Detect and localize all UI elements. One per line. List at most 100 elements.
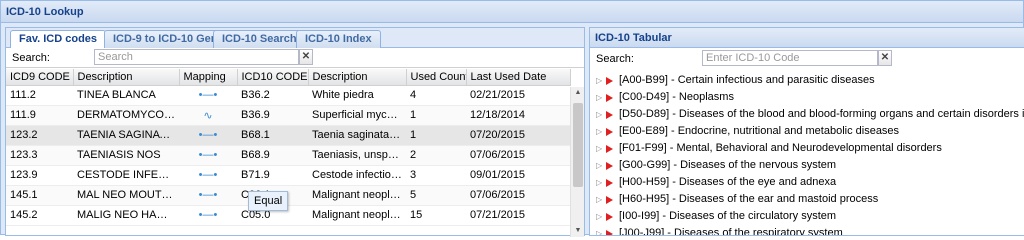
column-header-icd10-code[interactable]: ICD10 CODE (237, 69, 309, 86)
chapter-folder-icon (606, 230, 613, 235)
mapping-tooltip: Equal (248, 191, 289, 211)
scroll-up-arrow-icon[interactable]: ▲ (571, 87, 585, 99)
chapter-folder-icon (606, 94, 613, 102)
chapter-folder-icon (606, 77, 613, 85)
column-header-last-used-date[interactable]: Last Used Date (466, 69, 571, 86)
clear-search-button[interactable]: ✕ (299, 49, 313, 65)
tree-item-code: [G00-G99] (619, 159, 671, 171)
column-header-icd10-description[interactable]: Description (308, 69, 407, 86)
column-header-icd9-code[interactable]: ICD9 CODE (6, 69, 74, 86)
mapping-equal-icon[interactable]: •—• (179, 205, 237, 226)
tabular-search-row: Search: ✕ (590, 48, 1024, 68)
tree-item-code: [E00-E89] (619, 125, 668, 137)
table-row[interactable]: 111.2 TINEA BLANCA •—• B36.2 White piedr… (6, 85, 570, 106)
icd9-description-cell: MALIG NEO HAR… (73, 205, 179, 226)
icd10-description-cell: Taeniasis, unspecif… (308, 145, 406, 166)
tree-item-a00-b99[interactable]: ▷ [A00-B99] - Certain infectious and par… (590, 72, 1024, 89)
tree-item-code: [H60-H95] (619, 193, 670, 205)
icd10-description-cell: Malignant neoplas… (308, 205, 406, 226)
icd10-description-cell: White piedra (308, 85, 406, 106)
tab-icd9-to-icd10-gem[interactable]: ICD-9 to ICD-10 Gem (104, 30, 230, 48)
icd9-description-cell: MAL NEO MOUTH… (73, 185, 179, 206)
scrollbar-thumb[interactable] (573, 103, 583, 187)
fav-codes-grid: ICD9 CODE Description Mapping ICD10 CODE… (6, 69, 571, 226)
tree-item-description: - Neoplasms (669, 91, 734, 103)
icd9-description-cell: TAENIASIS NOS (73, 145, 179, 166)
icd9-description-cell: DERMATOMYCO… (73, 105, 179, 126)
clear-tabular-search-button[interactable]: ✕ (878, 50, 892, 66)
icd10-tabular-panel: ICD-10 Tabular Search: ✕ ▷ [A00-B99] - C… (589, 27, 1024, 236)
icd10-description-cell: Cestode infection, … (308, 165, 406, 186)
tree-item-code: [F01-F99] (619, 142, 667, 154)
tree-item-f01-f99[interactable]: ▷ [F01-F99] - Mental, Behavioral and Neu… (590, 140, 1024, 157)
used-count-cell: 5 (406, 185, 466, 206)
chapter-folder-icon (606, 111, 613, 119)
mapping-equal-icon[interactable]: •—• (179, 165, 237, 186)
grid-header-row: ICD9 CODE Description Mapping ICD10 CODE… (6, 69, 571, 86)
mapping-equal-icon[interactable]: •—• (179, 145, 237, 166)
tree-item-code: [D50-D89] (619, 108, 670, 120)
tab-icd10-search[interactable]: ICD-10 Search (213, 30, 306, 48)
icd10-lookup-window: ICD-10 Lookup Fav. ICD codes ICD-9 to IC… (0, 0, 1024, 237)
expand-arrow-icon[interactable]: ▷ (596, 72, 602, 89)
tree-item-description: - Mental, Behavioral and Neurodevelopmen… (666, 142, 942, 154)
icd10-code-search-input[interactable] (702, 50, 878, 66)
last-used-date-cell: 02/21/2015 (466, 85, 570, 106)
tree-item-j00-j99[interactable]: ▷ [J00-J99] - Diseases of the respirator… (590, 225, 1024, 236)
tab-fav-icd-codes[interactable]: Fav. ICD codes (10, 30, 107, 49)
table-row[interactable]: 111.9 DERMATOMYCO… ∿ B36.9 Superficial m… (6, 105, 570, 126)
expand-arrow-icon[interactable]: ▷ (596, 157, 602, 174)
mapping-equal-icon[interactable]: •—• (179, 185, 237, 206)
tree-item-description: - Diseases of the ear and mastoid proces… (669, 193, 879, 205)
tree-item-h00-h59[interactable]: ▷ [H00-H59] - Diseases of the eye and ad… (590, 174, 1024, 191)
chapter-folder-icon (606, 196, 613, 204)
expand-arrow-icon[interactable]: ▷ (596, 208, 602, 225)
last-used-date-cell: 07/21/2015 (466, 205, 570, 226)
mapping-equal-icon[interactable]: •—• (179, 85, 237, 106)
mapping-approximate-icon[interactable]: ∿ (179, 105, 237, 126)
table-row[interactable]: 123.3 TAENIASIS NOS •—• B68.9 Taeniasis,… (6, 145, 570, 166)
expand-arrow-icon[interactable]: ▷ (596, 174, 602, 191)
used-count-cell: 2 (406, 145, 466, 166)
tree-item-i00-i99[interactable]: ▷ [I00-I99] - Diseases of the circulator… (590, 208, 1024, 225)
tabular-panel-title: ICD-10 Tabular (590, 28, 1024, 48)
expand-arrow-icon[interactable]: ▷ (596, 89, 602, 106)
table-row[interactable]: 123.9 CESTODE INFEC… •—• B71.9 Cestode i… (6, 165, 570, 186)
tree-item-code: [A00-B99] (619, 74, 668, 86)
tab-icd10-index[interactable]: ICD-10 Index (296, 30, 381, 48)
table-row[interactable]: 123.2 TAENIA SAGINAT… •—• B68.1 Taenia s… (6, 125, 570, 146)
icd9-description-cell: TINEA BLANCA (73, 85, 179, 106)
tree-item-description: - Endocrine, nutritional and metabolic d… (667, 125, 900, 137)
expand-arrow-icon[interactable]: ▷ (596, 191, 602, 208)
icd9-description-cell: TAENIA SAGINAT… (73, 125, 179, 146)
column-header-used-count[interactable]: Used Count (406, 69, 467, 86)
expand-arrow-icon[interactable]: ▷ (596, 123, 602, 140)
scroll-down-arrow-icon[interactable]: ▼ (571, 225, 585, 237)
icd9-code-cell: 123.3 (6, 145, 73, 166)
tree-item-description: - Diseases of the eye and adnexa (669, 176, 837, 188)
tree-item-e00-e89[interactable]: ▷ [E00-E89] - Endocrine, nutritional and… (590, 123, 1024, 140)
tree-item-h60-h95[interactable]: ▷ [H60-H95] - Diseases of the ear and ma… (590, 191, 1024, 208)
chapter-folder-icon (606, 162, 613, 170)
tree-item-g00-g99[interactable]: ▷ [G00-G99] - Diseases of the nervous sy… (590, 157, 1024, 174)
expand-arrow-icon[interactable]: ▷ (596, 140, 602, 157)
expand-arrow-icon[interactable]: ▷ (596, 106, 602, 123)
tree-item-d50-d89[interactable]: ▷ [D50-D89] - Diseases of the blood and … (590, 106, 1024, 123)
column-header-mapping[interactable]: Mapping (179, 69, 238, 86)
tree-item-code: [J00-J99] (619, 227, 665, 236)
icd10-description-cell: Malignant neoplas… (308, 185, 406, 206)
used-count-cell: 4 (406, 85, 466, 106)
mapping-equal-icon[interactable]: •—• (179, 125, 237, 146)
icd9-description-cell: CESTODE INFEC… (73, 165, 179, 186)
window-title: ICD-10 Lookup (1, 1, 1023, 23)
expand-arrow-icon[interactable]: ▷ (596, 225, 602, 235)
last-used-date-cell: 07/20/2015 (466, 125, 570, 146)
column-header-description[interactable]: Description (73, 69, 180, 86)
icd9-code-cell: 123.9 (6, 165, 73, 186)
search-input[interactable] (94, 49, 299, 65)
icd9-code-cell: 145.1 (6, 185, 73, 206)
icd9-code-cell: 111.2 (6, 85, 73, 106)
grid-vertical-scrollbar[interactable]: ▲ ▼ (570, 87, 584, 237)
tree-item-c00-d49[interactable]: ▷ [C00-D49] - Neoplasms (590, 89, 1024, 106)
icd9-code-cell: 123.2 (6, 125, 73, 146)
